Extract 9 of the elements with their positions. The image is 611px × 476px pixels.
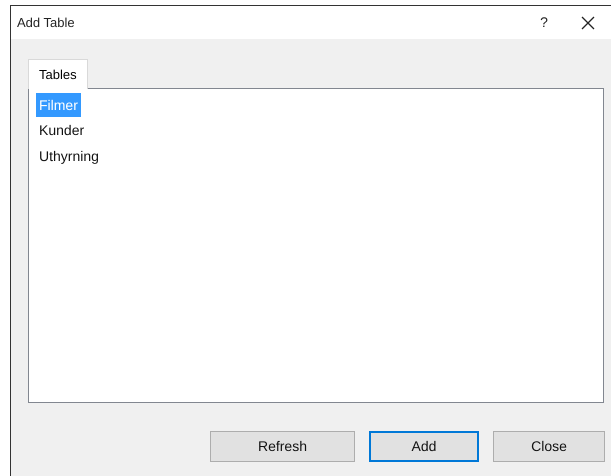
dialog-button[interactable]: Add [369,431,479,462]
close-icon [581,16,595,30]
dialog-button[interactable]: Refresh [210,431,355,462]
help-button[interactable]: ? [529,8,559,36]
dialog-button[interactable]: Close [493,431,605,462]
list-item[interactable]: Uthyrning [36,143,102,169]
tab[interactable]: Tables [28,59,88,89]
list-item[interactable]: Kunder [36,117,88,143]
window-title: Add Table [17,14,76,32]
